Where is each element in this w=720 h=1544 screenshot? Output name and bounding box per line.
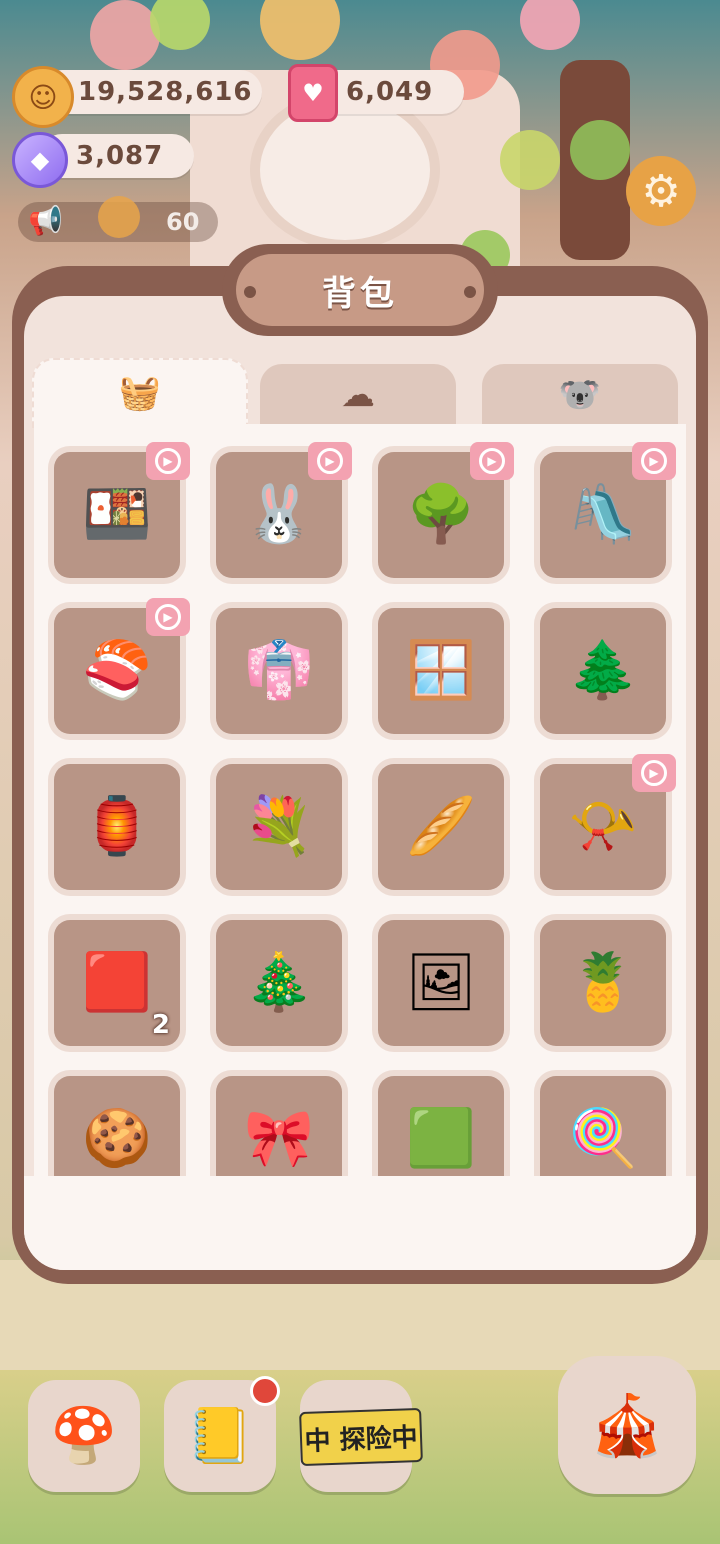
inventory-slot[interactable]: 🍍 <box>534 914 672 1052</box>
decor-bubble <box>90 0 160 70</box>
inventory-slot[interactable]: 🍣 ▶ <box>48 598 190 740</box>
background-window <box>250 90 440 250</box>
exploring-tape: 中 探险中 <box>299 1407 423 1467</box>
video-play-icon[interactable]: ▶ <box>308 442 352 480</box>
tab-furniture[interactable]: 🧺 <box>32 358 248 428</box>
bag-panel-footer <box>24 1176 696 1270</box>
item-count: 2 <box>151 1010 170 1040</box>
crystal-count: 3,087 <box>76 141 164 171</box>
inventory-slot[interactable]: 🍭 <box>534 1070 672 1180</box>
theater-stage-icon: 🎪 <box>589 1390 665 1461</box>
inventory-slot[interactable]: 🎀 <box>210 1070 348 1180</box>
bread-rug-icon: 🥖 <box>406 794 476 859</box>
bag-title: 背包 <box>236 254 484 326</box>
crystal-candy-icon: ◆ <box>12 132 68 188</box>
inventory-slot-frame: 🟩 <box>378 1076 504 1180</box>
video-play-icon[interactable]: ▶ <box>146 598 190 636</box>
decor-bubble <box>520 0 580 50</box>
flower-vase-icon: 💐 <box>244 794 314 859</box>
inventory-slot[interactable]: 🛝 ▶ <box>534 442 676 584</box>
inventory-slot[interactable]: 🐰 ▶ <box>210 442 352 584</box>
tab-cookies[interactable]: ☁ <box>260 364 456 426</box>
video-play-icon[interactable]: ▶ <box>632 442 676 480</box>
cookie-coin-icon: ☺ <box>12 66 74 128</box>
tab-pets[interactable]: 🐨 <box>482 364 678 426</box>
notice-count: 60 <box>166 208 200 236</box>
inventory-slot-frame: 🍍 <box>540 920 666 1046</box>
inventory-slot-frame: 🎄 <box>216 920 342 1046</box>
inventory-slot[interactable]: 💐 <box>210 758 348 896</box>
inventory-slot[interactable]: 🟥 2 <box>48 914 186 1052</box>
folding-screen-icon: 🪟 <box>406 638 476 703</box>
cookie-character-icon <box>98 196 140 238</box>
inventory-slot[interactable]: 🍱 ▶ <box>48 442 190 584</box>
inventory-slot[interactable]: 🥖 <box>372 758 510 896</box>
home-button[interactable]: 🍄 <box>28 1380 140 1492</box>
inventory-slot-frame: 💐 <box>216 764 342 890</box>
decor-bubble <box>260 0 340 60</box>
inventory-slot[interactable]: 🏮 <box>48 758 186 896</box>
gem-count: 6,049 <box>346 77 434 107</box>
clothes-rack-icon: 👘 <box>244 638 314 703</box>
video-play-icon[interactable]: ▶ <box>470 442 514 480</box>
box-icon: 🧺 <box>118 373 162 413</box>
cotton-candy-tree-icon: 🍭 <box>568 1106 638 1171</box>
cookie-character-icon: ☁ <box>341 375 375 415</box>
picture-frames-icon: 🖼 <box>405 950 477 1015</box>
wreath-icon: 🎀 <box>244 1106 314 1171</box>
pineapple-pot-icon: 🍍 <box>568 950 638 1015</box>
inventory-slot[interactable]: 📯 ▶ <box>534 754 676 896</box>
video-play-icon[interactable]: ▶ <box>632 754 676 792</box>
gem-candle-icon: ♥ <box>288 64 338 122</box>
inventory-slot-frame: 🎀 <box>216 1076 342 1180</box>
inventory-slot[interactable]: 🍪 <box>48 1070 186 1180</box>
cookie-plates-icon: 🍪 <box>82 1106 152 1171</box>
theater-button[interactable]: 🎪 <box>558 1356 696 1494</box>
inventory-slot-frame: 🏮 <box>54 764 180 890</box>
inventory-slot-frame: 👘 <box>216 608 342 734</box>
bag-item-grid: 🍱 ▶ 🐰 ▶ 🌳 ▶ 🛝 ▶ 🍣 ▶ 👘 🪟 🌲 🏮 💐 🥖 📯 ▶ 🟥 2 🎄 🖼 🍍 🍪 🎀 🟩 🍭 <box>34 424 686 1180</box>
inventory-slot-frame: 🍪 <box>54 1076 180 1180</box>
bonsai-icon: 🌲 <box>568 638 638 703</box>
mushroom-house-icon: 🍄 <box>50 1404 118 1467</box>
decor-bubble <box>570 120 630 180</box>
plaque-bolt <box>464 286 476 298</box>
inventory-slot-frame: 🍭 <box>540 1076 666 1180</box>
inventory-slot-frame: 🌲 <box>540 608 666 734</box>
video-play-icon[interactable]: ▶ <box>146 442 190 480</box>
inventory-slot-frame: 🟥 2 <box>54 920 180 1046</box>
koala-icon: 🐨 <box>558 375 602 415</box>
inventory-slot[interactable]: 🌳 ▶ <box>372 442 514 584</box>
inventory-slot[interactable]: 👘 <box>210 602 348 740</box>
christmas-tree-icon: 🎄 <box>244 950 314 1015</box>
inventory-slot[interactable]: 🟩 <box>372 1070 510 1180</box>
inventory-slot[interactable]: 🖼 <box>372 914 510 1052</box>
cookie-count: 19,528,616 <box>78 77 253 107</box>
decor-bubble <box>500 130 560 190</box>
inventory-slot-frame: 🥖 <box>378 764 504 890</box>
notification-dot <box>250 1376 280 1406</box>
megaphone-icon: 📢 <box>28 204 63 237</box>
notebook-icon: 📒 <box>186 1404 254 1467</box>
inventory-slot[interactable]: 🌲 <box>534 602 672 740</box>
inventory-slot-frame: 🖼 <box>378 920 504 1046</box>
settings-gear-icon[interactable]: ⚙ <box>626 156 696 226</box>
inventory-slot[interactable]: 🎄 <box>210 914 348 1052</box>
inventory-slot-frame: 🪟 <box>378 608 504 734</box>
plaque-bolt <box>244 286 256 298</box>
green-rug-icon: 🟩 <box>406 1106 476 1171</box>
inventory-slot[interactable]: 🪟 <box>372 602 510 740</box>
lantern-icon: 🏮 <box>82 794 152 859</box>
